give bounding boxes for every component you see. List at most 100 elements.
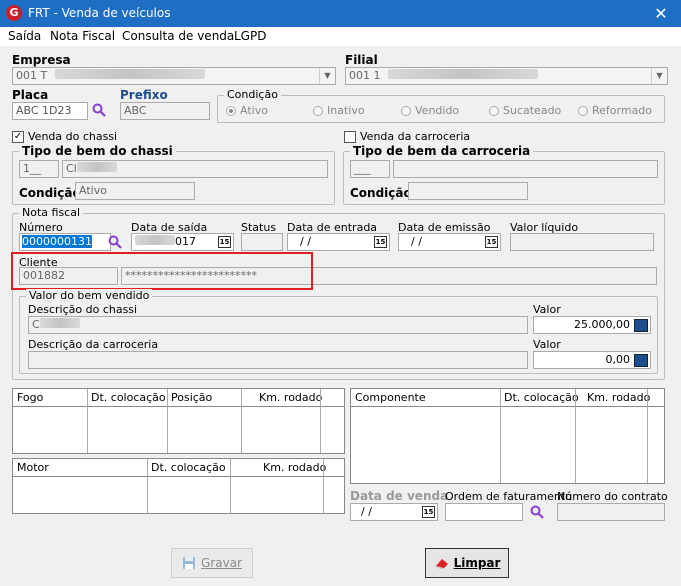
col-posicao[interactable]: Posição bbox=[171, 391, 212, 404]
tipo-carroceria-code: ___ bbox=[350, 160, 390, 178]
data-entrada-input[interactable]: / / 15 bbox=[287, 233, 390, 251]
col-km-rodado[interactable]: Km. rodado bbox=[587, 391, 650, 404]
chevron-down-icon[interactable]: ▼ bbox=[651, 68, 667, 84]
grid-divider bbox=[647, 389, 648, 483]
grid-divider bbox=[320, 389, 321, 453]
filial-value: 001 1 bbox=[349, 69, 381, 82]
calendar-icon[interactable]: 15 bbox=[422, 506, 435, 518]
radio-reformado[interactable]: Reformado bbox=[578, 104, 652, 117]
valor-carroceria-input[interactable]: 0,00 bbox=[533, 351, 651, 369]
search-icon[interactable] bbox=[92, 103, 106, 117]
search-icon[interactable] bbox=[108, 235, 122, 249]
tipo-carroceria-cond-value bbox=[408, 182, 528, 200]
data-emissao-input[interactable]: / / 15 bbox=[398, 233, 501, 251]
fogo-grid[interactable]: Fogo Dt. colocação Posição Km. rodado bbox=[12, 388, 345, 454]
tipo-carroceria-title: Tipo de bem da carroceria bbox=[350, 144, 534, 158]
tipo-carroceria-cond-label: Condição bbox=[350, 186, 412, 200]
col-dt-colocacao[interactable]: Dt. colocação bbox=[151, 461, 226, 474]
desc-chassi-label: Descrição do chassi bbox=[28, 303, 138, 316]
grid-divider bbox=[323, 459, 324, 513]
filial-select[interactable]: 001 1 ▼ bbox=[345, 67, 668, 85]
close-icon[interactable]: ✕ bbox=[641, 0, 681, 27]
valor-chassi-value: 25.000,00 bbox=[574, 318, 630, 331]
valor-chassi-label: Valor bbox=[533, 303, 561, 316]
radio-vendido[interactable]: Vendido bbox=[401, 104, 459, 117]
grid-divider bbox=[575, 389, 576, 483]
desc-carroceria-label: Descrição da carroceria bbox=[28, 338, 159, 351]
col-dt-colocacao[interactable]: Dt. colocação bbox=[504, 391, 579, 404]
menu-consulta-venda[interactable]: Consulta de venda bbox=[122, 29, 234, 43]
grid-header: Motor Dt. colocação Km. rodado bbox=[13, 459, 344, 477]
calculator-icon[interactable] bbox=[634, 319, 648, 332]
numero-input[interactable]: 0000000131 bbox=[19, 233, 111, 251]
menu-nota-fiscal[interactable]: Nota Fiscal bbox=[50, 29, 115, 43]
data-venda-label: Data de venda bbox=[350, 489, 449, 503]
ordem-faturamento-input[interactable] bbox=[445, 503, 523, 521]
col-km-rodado[interactable]: Km. rodado bbox=[259, 391, 322, 404]
chevron-down-icon[interactable]: ▼ bbox=[319, 68, 335, 84]
radio-ativo[interactable]: Ativo bbox=[226, 104, 268, 117]
col-componente[interactable]: Componente bbox=[355, 391, 426, 404]
valor-carroceria-label: Valor bbox=[533, 338, 561, 351]
grid-divider bbox=[87, 389, 88, 453]
menu-lgpd[interactable]: LGPD bbox=[234, 29, 266, 43]
venda-carroceria-checkbox[interactable]: Venda da carroceria bbox=[344, 130, 470, 143]
numero-contrato-field bbox=[557, 503, 665, 521]
motor-grid[interactable]: Motor Dt. colocação Km. rodado bbox=[12, 458, 345, 514]
tipo-carroceria-name bbox=[393, 160, 658, 178]
search-icon[interactable] bbox=[530, 505, 544, 519]
data-saida-input[interactable]: 017 15 bbox=[131, 233, 234, 251]
highlight-box bbox=[11, 252, 313, 290]
componente-grid[interactable]: Componente Dt. colocação Km. rodado bbox=[350, 388, 665, 484]
valor-bem-title: Valor do bem vendido bbox=[26, 289, 153, 302]
radio-label: Ativo bbox=[240, 104, 268, 117]
gravar-label: Gravar bbox=[201, 556, 242, 570]
radio-dot bbox=[313, 105, 323, 116]
limpar-button[interactable]: Limpar bbox=[425, 548, 509, 578]
placa-label: Placa bbox=[12, 88, 49, 102]
filial-redacted bbox=[388, 69, 538, 79]
grid-divider bbox=[241, 389, 242, 453]
empresa-label: Empresa bbox=[12, 53, 71, 67]
radio-label: Reformado bbox=[592, 104, 653, 117]
placa-input[interactable]: ABC 1D23 bbox=[12, 102, 88, 120]
gravar-button[interactable]: Gravar bbox=[171, 548, 253, 578]
status-field bbox=[241, 233, 283, 251]
menu-saida[interactable]: Saída bbox=[8, 29, 41, 43]
desc-carroceria-field bbox=[28, 351, 528, 369]
calendar-icon[interactable]: 15 bbox=[218, 236, 231, 248]
data-entrada-value: / / bbox=[300, 235, 311, 248]
grid-divider bbox=[167, 389, 168, 453]
calculator-icon[interactable] bbox=[634, 354, 648, 367]
floppy-disk-icon bbox=[183, 557, 195, 569]
empresa-select[interactable]: 001 T ▼ bbox=[12, 67, 336, 85]
grid-header: Fogo Dt. colocação Posição Km. rodado bbox=[13, 389, 344, 407]
numero-value: 0000000131 bbox=[22, 235, 92, 248]
grid-divider bbox=[500, 389, 501, 483]
col-fogo[interactable]: Fogo bbox=[17, 391, 43, 404]
checkbox-box bbox=[344, 130, 356, 143]
nota-fiscal-title: Nota fiscal bbox=[19, 206, 84, 219]
col-km-rodado[interactable]: Km. rodado bbox=[263, 461, 326, 474]
valor-liquido-field bbox=[510, 233, 654, 251]
tipo-chassi-name-text: Cl bbox=[66, 162, 77, 175]
data-venda-input[interactable]: / / 15 bbox=[350, 503, 438, 521]
tipo-chassi-cond-label: Condição bbox=[19, 186, 81, 200]
radio-label: Inativo bbox=[327, 104, 365, 117]
app-logo-icon: G bbox=[6, 5, 22, 21]
empresa-value: 001 T bbox=[16, 69, 48, 82]
radio-inativo[interactable]: Inativo bbox=[313, 104, 365, 117]
col-motor[interactable]: Motor bbox=[17, 461, 49, 474]
eraser-icon bbox=[435, 559, 448, 569]
calendar-icon[interactable]: 15 bbox=[485, 236, 498, 248]
venda-chassi-checkbox[interactable]: ✓ Venda do chassi bbox=[12, 130, 117, 143]
calendar-icon[interactable]: 15 bbox=[374, 236, 387, 248]
ordem-faturamento-label: Ordem de faturamento bbox=[445, 490, 572, 503]
col-dt-colocacao[interactable]: Dt. colocação bbox=[91, 391, 166, 404]
valor-chassi-input[interactable]: 25.000,00 bbox=[533, 316, 651, 334]
radio-sucateado[interactable]: Sucateado bbox=[489, 104, 561, 117]
valor-carroceria-value: 0,00 bbox=[605, 353, 631, 366]
radio-dot bbox=[401, 105, 411, 116]
desc-chassi-field: C bbox=[28, 316, 528, 334]
title-bar: G FRT - Venda de veículos ✕ bbox=[0, 0, 681, 27]
